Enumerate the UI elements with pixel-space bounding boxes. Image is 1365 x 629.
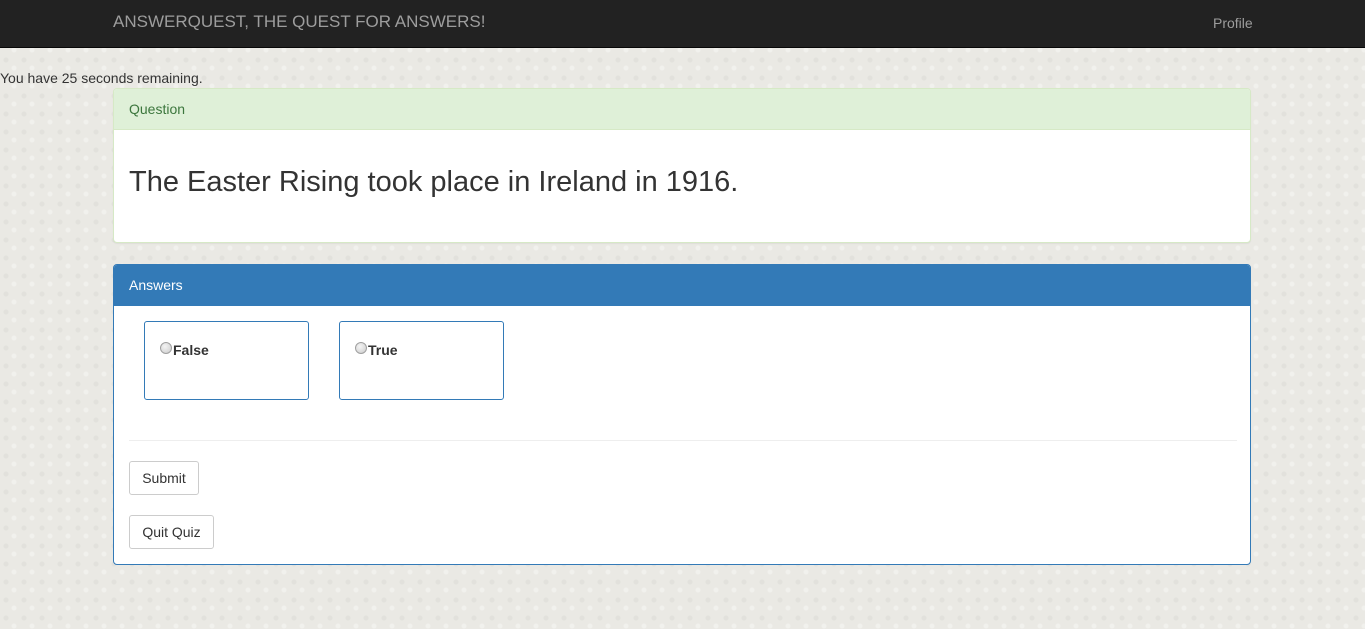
answer-radio-false[interactable] [160, 342, 172, 354]
answer-option-false[interactable]: False [144, 321, 309, 400]
answer-label-false: False [173, 342, 209, 358]
answer-radio-true[interactable] [355, 342, 367, 354]
answers-panel: Answers False True Submit Quit Quiz [113, 264, 1251, 565]
submit-button[interactable]: Submit [129, 461, 199, 495]
profile-link[interactable]: Profile [1213, 14, 1253, 32]
answers-divider [129, 440, 1237, 441]
top-navbar: ANSWERQUEST, THE QUEST FOR ANSWERS! Prof… [0, 0, 1365, 48]
quit-quiz-button[interactable]: Quit Quiz [129, 515, 214, 549]
question-panel: Question The Easter Rising took place in… [113, 88, 1251, 243]
answer-option-true[interactable]: True [339, 321, 504, 400]
question-panel-heading: Question [114, 89, 1250, 130]
question-text: The Easter Rising took place in Ireland … [129, 166, 739, 198]
brand-link[interactable]: ANSWERQUEST, THE QUEST FOR ANSWERS! [113, 12, 485, 32]
answer-label-true: True [368, 342, 398, 358]
answers-panel-heading: Answers [114, 265, 1250, 306]
time-remaining-text: You have 25 seconds remaining. [0, 70, 203, 86]
